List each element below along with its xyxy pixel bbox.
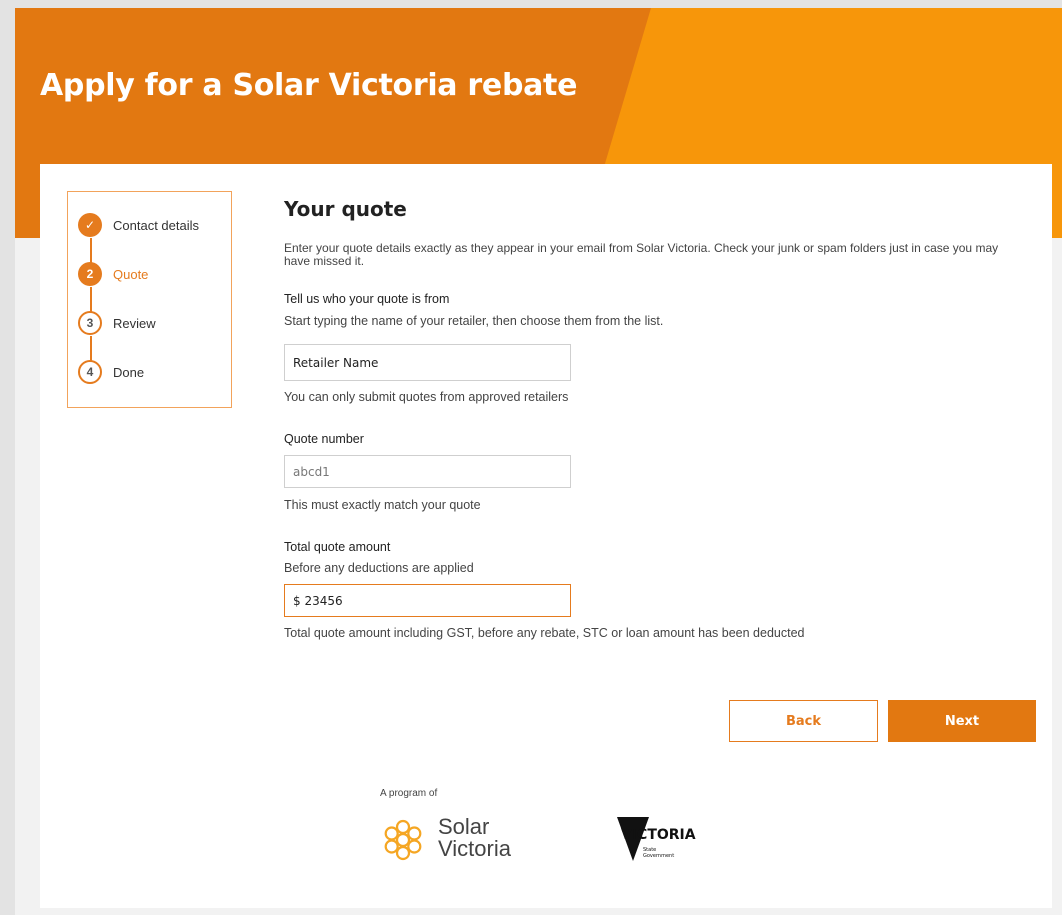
wordmark-line: Solar <box>438 814 490 839</box>
victoria-state-government-logo: VICTORIA State Government <box>617 817 696 861</box>
page-title: Apply for a Solar Victoria rebate <box>40 68 578 103</box>
step-contact-details[interactable]: ✓ Contact details <box>78 213 228 239</box>
amount-hint: Before any deductions are applied <box>284 561 474 575</box>
step-number: 3 <box>78 311 102 335</box>
step-quote[interactable]: 2 Quote <box>78 262 228 288</box>
next-button[interactable]: Next <box>888 700 1036 742</box>
step-connector <box>90 238 92 264</box>
checkmark-icon: ✓ <box>78 213 102 237</box>
amount-help: Total quote amount including GST, before… <box>284 626 805 640</box>
amount-label: Total quote amount <box>284 540 391 554</box>
quote-number-input[interactable] <box>284 455 571 488</box>
victoria-logo-text: VICTORIA <box>621 827 696 843</box>
back-button[interactable]: Back <box>729 700 878 742</box>
retailer-input[interactable] <box>284 344 571 381</box>
intro-text: Enter your quote details exactly as they… <box>284 241 999 268</box>
step-label: Quote <box>113 267 149 282</box>
quote-number-label: Quote number <box>284 432 364 446</box>
program-of-text: A program of <box>380 788 438 799</box>
amount-input[interactable] <box>284 584 571 617</box>
section-title: Your quote <box>284 197 407 221</box>
solar-victoria-logo-icon <box>384 819 422 861</box>
quote-number-help: This must exactly match your quote <box>284 498 481 512</box>
retailer-hint: Start typing the name of your retailer, … <box>284 314 664 328</box>
step-label: Contact details <box>113 218 199 233</box>
step-label: Review <box>113 316 156 331</box>
solar-victoria-wordmark: Solar Victoria <box>438 816 511 860</box>
retailer-help: You can only submit quotes from approved… <box>284 390 569 404</box>
step-connector <box>90 287 92 313</box>
retailer-label: Tell us who your quote is from <box>284 292 450 306</box>
wordmark-line: Victoria <box>438 836 511 861</box>
progress-stepper: ✓ Contact details 2 Quote 3 Review 4 Don… <box>67 191 232 408</box>
step-label: Done <box>113 365 145 380</box>
step-done: 4 Done <box>78 360 228 386</box>
victoria-logo-sub: Government <box>643 853 674 859</box>
step-number: 4 <box>78 360 102 384</box>
step-number: 2 <box>78 262 102 286</box>
step-review: 3 Review <box>78 311 228 337</box>
step-connector <box>90 336 92 362</box>
